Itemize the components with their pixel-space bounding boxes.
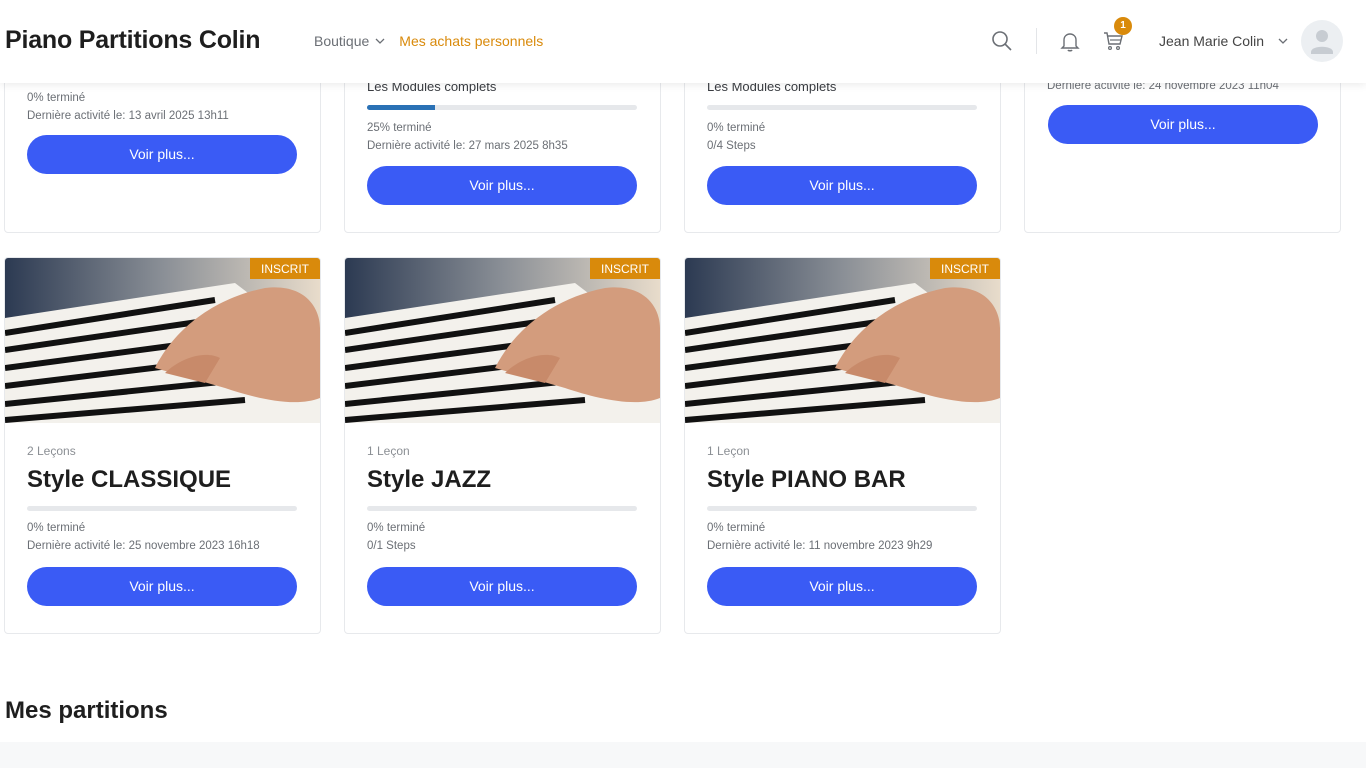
view-more-button[interactable]: Voir plus...	[27, 135, 297, 174]
course-title[interactable]: Style PIANO BAR	[707, 466, 906, 494]
piano-image	[685, 258, 1000, 423]
progress-text: 0% terminé	[367, 522, 426, 534]
view-more-button[interactable]: Voir plus...	[707, 567, 977, 606]
progress-text: 0% terminé	[707, 522, 766, 534]
course-card: INSCRIT 1 Leçon Style JAZZ 0% terminé 0/…	[344, 257, 661, 634]
site-logo[interactable]: Piano Partitions Colin	[5, 26, 261, 55]
piano-image	[345, 258, 660, 423]
progress-bar	[27, 506, 297, 511]
view-more-button[interactable]: Voir plus...	[27, 567, 297, 606]
bell-icon[interactable]	[1058, 29, 1082, 53]
header-divider	[1036, 28, 1037, 54]
view-more-button[interactable]: Voir plus...	[1048, 105, 1318, 144]
section-background	[0, 742, 1366, 768]
steps-count: 0/4 Steps	[707, 140, 756, 152]
view-more-button[interactable]: Voir plus...	[367, 567, 637, 606]
course-thumbnail[interactable]: INSCRIT	[685, 258, 1000, 423]
nav-label: Mes achats personnels	[399, 33, 544, 49]
course-title[interactable]: Style JAZZ	[367, 466, 491, 494]
last-activity: Dernière activité le: 25 novembre 2023 1…	[27, 540, 260, 552]
lesson-count: 1 Leçon	[707, 444, 750, 458]
cart-count-badge: 1	[1114, 17, 1132, 35]
enrolled-badge: INSCRIT	[250, 258, 320, 279]
progress-bar	[367, 105, 637, 110]
progress-bar	[367, 506, 637, 511]
progress-text: 25% terminé	[367, 122, 432, 134]
nav-item-boutique[interactable]: Boutique	[314, 33, 385, 49]
course-title[interactable]: Style CLASSIQUE	[27, 466, 231, 494]
last-activity: Dernière activité le: 13 avril 2025 13h1…	[27, 110, 229, 122]
avatar-icon	[1311, 30, 1333, 54]
course-card: INSCRIT 2 Leçons Style CLASSIQUE 0% term…	[4, 257, 321, 634]
site-header: Piano Partitions Colin Boutique Mes acha…	[0, 0, 1366, 83]
progress-text: 0% terminé	[27, 92, 86, 104]
main-nav: Boutique Mes achats personnels	[314, 33, 543, 49]
lesson-count: 1 Leçon	[367, 444, 410, 458]
enrolled-badge: INSCRIT	[930, 258, 1000, 279]
avatar[interactable]	[1301, 20, 1343, 62]
last-activity: Dernière activité le: 27 mars 2025 8h35	[367, 140, 568, 152]
nav-label: Boutique	[314, 33, 370, 49]
view-more-button[interactable]: Voir plus...	[707, 166, 977, 205]
search-icon[interactable]	[990, 29, 1014, 53]
enrolled-badge: INSCRIT	[590, 258, 660, 279]
progress-bar	[707, 506, 977, 511]
progress-fill	[367, 105, 435, 110]
last-activity: Dernière activité le: 11 novembre 2023 9…	[707, 540, 933, 552]
piano-image	[5, 258, 320, 423]
view-more-button[interactable]: Voir plus...	[367, 166, 637, 205]
progress-text: 0% terminé	[707, 122, 766, 134]
course-thumbnail[interactable]: INSCRIT	[5, 258, 320, 423]
progress-text: 0% terminé	[27, 522, 86, 534]
lesson-count: 2 Leçons	[27, 444, 76, 458]
progress-bar	[707, 105, 977, 110]
user-menu[interactable]: Jean Marie Colin	[1159, 33, 1264, 49]
course-card: INSCRIT 1 Leçon Style PIANO BAR 0% termi…	[684, 257, 1001, 634]
steps-count: 0/1 Steps	[367, 540, 416, 552]
nav-item-mes-achats[interactable]: Mes achats personnels	[399, 33, 543, 49]
section-title-partitions: Mes partitions	[5, 697, 168, 724]
chevron-down-icon[interactable]	[1278, 36, 1288, 46]
chevron-down-icon	[375, 38, 385, 44]
course-thumbnail[interactable]: INSCRIT	[345, 258, 660, 423]
